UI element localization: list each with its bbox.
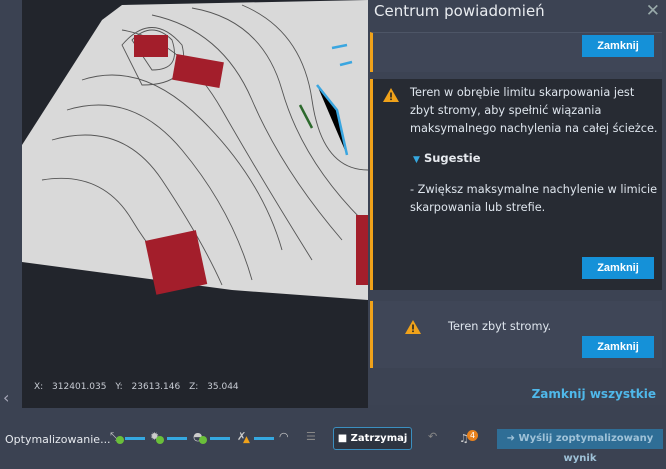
bottom-toolbar: Optymalizowanie... ⤡ ✹ ◓ ✗ ▲ ◠ ☰ ■ Zatrzy… <box>0 420 666 464</box>
close-button[interactable]: Zamknij <box>582 336 654 358</box>
left-strip <box>0 0 22 405</box>
warning-icon <box>405 320 421 334</box>
panel-title: Centrum powiadomień <box>374 2 545 20</box>
stop-square-icon: ■ <box>337 433 348 444</box>
status-text: Optymalizowanie... <box>5 433 111 446</box>
warning-icon <box>383 88 399 102</box>
suggestion-text: - Zwiększ maksymalne nachylenie w limici… <box>410 183 658 214</box>
close-all-link[interactable]: Zamknij wszystkie <box>532 387 656 401</box>
gear-step-icon: ✹ <box>150 430 164 444</box>
close-icon[interactable]: ✕ <box>646 1 660 21</box>
terrain-step-icon: ◓ <box>193 430 207 444</box>
gauge-icon: ◠ <box>279 430 289 443</box>
tools-warning-icon: ✗ ▲ <box>237 430 250 445</box>
notification-center: Centrum powiadomień ✕ Zamknij Teren w ob… <box>368 0 666 405</box>
undo-icon[interactable]: ↶ <box>428 430 442 444</box>
stop-button[interactable]: ■ Zatrzymaj <box>333 427 412 450</box>
send-result-button[interactable]: ➜ Wyślij zoptymalizowany wynik <box>497 429 663 464</box>
route-step-icon: ⤡ <box>110 430 124 444</box>
notification-card: Teren zbyt stromy. Zamknij <box>370 301 662 368</box>
notification-message: Teren w obrębie limitu skarpowania jest … <box>410 86 658 135</box>
3d-viewport[interactable]: X: 312401.035 Y: 23613.146 Z: 35.044 <box>22 0 368 408</box>
coordinate-readout: X: 312401.035 Y: 23613.146 Z: 35.044 <box>34 382 239 392</box>
collapse-chevron-icon[interactable]: ‹ <box>3 388 9 407</box>
list-icon[interactable]: ☰ <box>306 430 320 444</box>
close-button[interactable]: Zamknij <box>582 35 654 57</box>
suggestions-toggle[interactable]: ▼ Sugestie <box>413 151 481 165</box>
terrain-model <box>22 0 368 300</box>
notification-card: Teren w obrębie limitu skarpowania jest … <box>370 79 662 290</box>
close-button[interactable]: Zamknij <box>582 257 654 279</box>
notification-card: Zamknij <box>370 32 662 72</box>
triangle-down-icon: ▼ <box>413 155 420 165</box>
arrow-right-icon: ➜ <box>506 433 516 444</box>
notification-count-badge: 4 <box>467 430 478 441</box>
notification-message: Teren zbyt stromy. <box>448 320 552 333</box>
